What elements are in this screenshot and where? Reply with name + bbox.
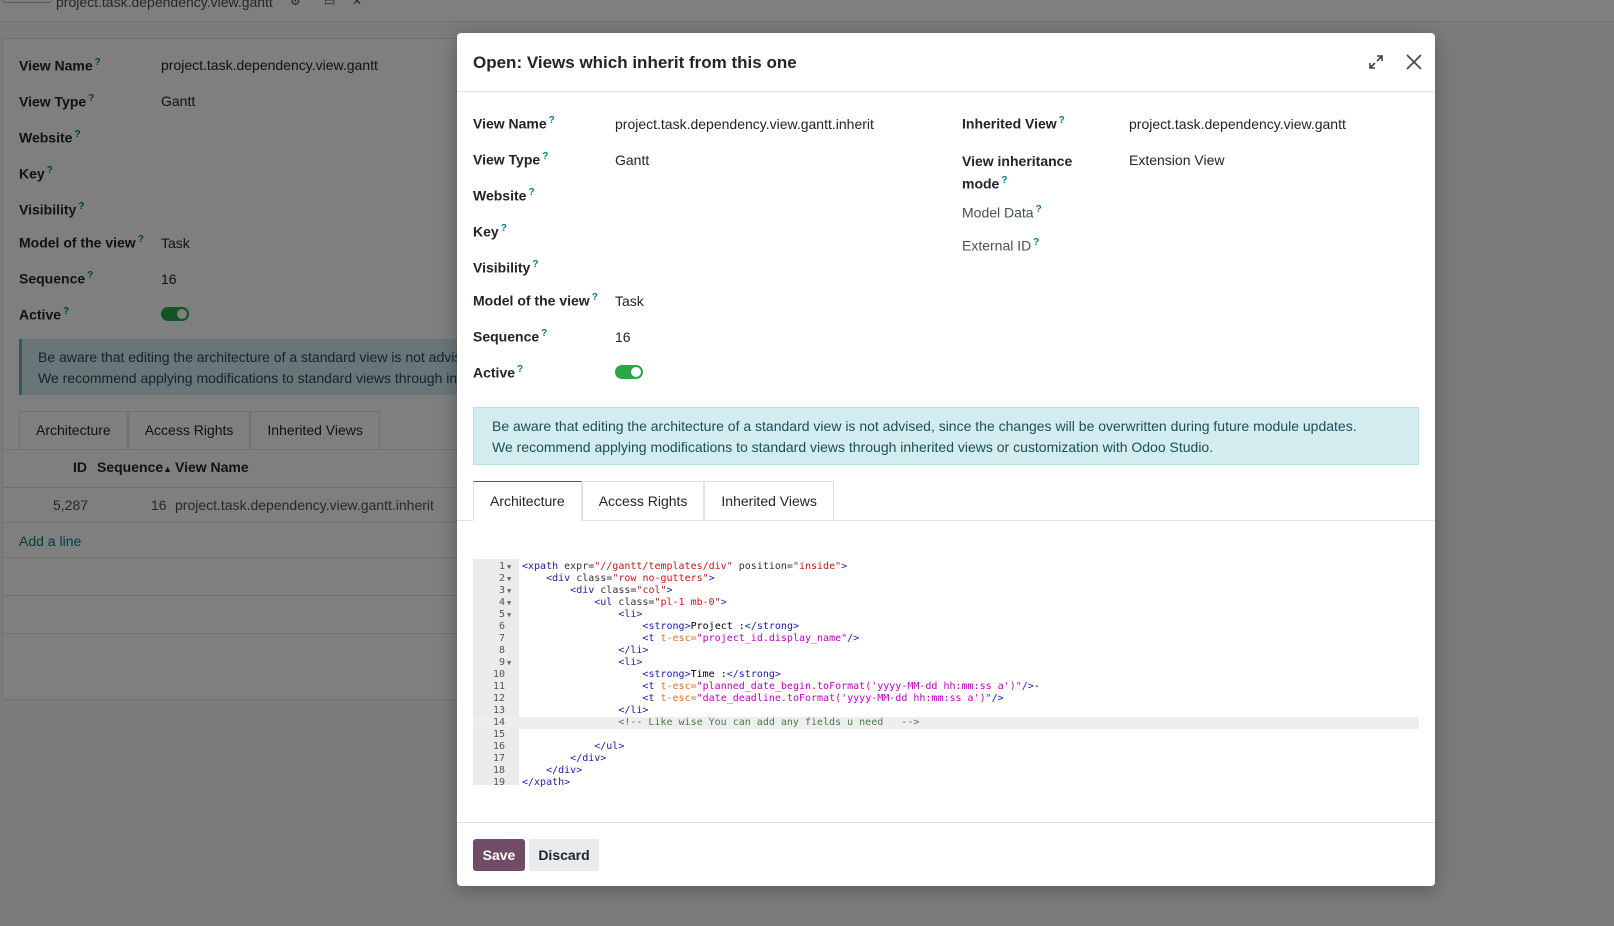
code-line[interactable]: 1 ▼ <xpath expr="//gantt/templates/div" po… bbox=[473, 561, 1419, 573]
code-text: </ul> bbox=[594, 741, 625, 752]
line-number: 4 bbox=[498, 597, 505, 608]
fold-arrow-icon[interactable]: ▼ bbox=[507, 585, 511, 597]
code-line[interactable]: 16 </ul> bbox=[473, 741, 1419, 753]
line-number: 12 bbox=[492, 693, 505, 704]
code-line[interactable]: 14 <!-- Like wise You can add any fields… bbox=[473, 717, 1419, 729]
close-icon[interactable] bbox=[1403, 51, 1425, 73]
code-text: <t t-esc="planned_date_begin.toFormat('y… bbox=[642, 681, 1040, 692]
dialog-header: Open: Views which inherit from this one bbox=[457, 33, 1435, 92]
fold-arrow-icon[interactable]: ▼ bbox=[507, 573, 511, 585]
code-line[interactable]: 7 <t t-esc="project_id.display_name"/> bbox=[473, 633, 1419, 645]
line-number: 18 bbox=[492, 765, 505, 776]
code-text: <div class="col"> bbox=[570, 585, 673, 596]
tab-divider bbox=[457, 520, 1435, 521]
label-inheritance-mode: View inheritance mode? bbox=[962, 153, 1073, 192]
label-visibility: Visibility? bbox=[473, 259, 539, 276]
label-external-id: External ID? bbox=[962, 237, 1040, 254]
code-text: <xpath expr="//gantt/templates/div" posi… bbox=[522, 561, 848, 572]
code-line[interactable]: 4 ▼ <ul class="pl-1 mb-0"> bbox=[473, 597, 1419, 609]
code-text: <t t-esc="project_id.display_name"/> bbox=[642, 633, 860, 644]
value-inherited-view[interactable]: project.task.dependency.view.gantt bbox=[1129, 116, 1346, 132]
code-text: <div class="row no-gutters"> bbox=[546, 573, 715, 584]
alert-line-1: Be aware that editing the architecture o… bbox=[492, 418, 1357, 434]
code-text: </div> bbox=[546, 765, 583, 776]
code-text: <li> bbox=[618, 609, 643, 620]
code-text: <strong>Time :</strong> bbox=[642, 669, 781, 680]
code-line[interactable]: 11 <t t-esc="planned_date_begin.toFormat… bbox=[473, 681, 1419, 693]
value-inheritance-mode[interactable]: Extension View bbox=[1129, 152, 1224, 168]
label-sequence: Sequence? bbox=[473, 328, 548, 345]
value-view-type[interactable]: Gantt bbox=[615, 152, 649, 168]
save-button[interactable]: Save bbox=[473, 839, 525, 871]
dialog-footer: Save Discard bbox=[457, 822, 1435, 886]
label-view-type: View Type? bbox=[473, 151, 549, 168]
alert-line-2: We recommend applying modifications to s… bbox=[492, 439, 1214, 455]
line-number: 16 bbox=[492, 741, 505, 752]
code-text: <!-- Like wise You can add any fields u … bbox=[522, 717, 920, 728]
line-number: 2 bbox=[498, 573, 505, 584]
code-line[interactable]: 8 </li> bbox=[473, 645, 1419, 657]
code-line[interactable]: 3 ▼ <div class="col"> bbox=[473, 585, 1419, 597]
line-number: 7 bbox=[498, 633, 505, 644]
code-text: </xpath> bbox=[522, 777, 571, 788]
code-line[interactable]: 13 </li> bbox=[473, 705, 1419, 717]
tab-architecture[interactable]: Architecture bbox=[473, 481, 582, 521]
line-number: 19 bbox=[492, 777, 505, 788]
value-model[interactable]: Task bbox=[615, 293, 644, 309]
code-text: <ul class="pl-1 mb-0"> bbox=[594, 597, 727, 608]
notebook-tabs: Architecture Access Rights Inherited Vie… bbox=[473, 481, 834, 521]
code-line[interactable]: 9 ▼ <li> bbox=[473, 657, 1419, 669]
warning-alert: Be aware that editing the architecture o… bbox=[473, 407, 1419, 465]
label-website: Website? bbox=[473, 187, 535, 204]
fold-arrow-icon[interactable]: ▼ bbox=[507, 657, 511, 669]
line-number: 14 bbox=[492, 717, 505, 728]
code-text: <t t-esc="date_deadline.toFormat('yyyy-M… bbox=[642, 693, 1004, 704]
label-inherited-view: Inherited View? bbox=[962, 115, 1065, 132]
value-view-name[interactable]: project.task.dependency.view.gantt.inher… bbox=[615, 116, 874, 132]
fold-arrow-icon[interactable]: ▼ bbox=[507, 597, 511, 609]
code-text: <strong>Project :</strong> bbox=[642, 621, 799, 632]
line-number: 1 bbox=[498, 561, 505, 572]
code-text: <li> bbox=[618, 657, 643, 668]
line-number: 8 bbox=[498, 645, 505, 656]
code-line[interactable]: 10 <strong>Time :</strong> bbox=[473, 669, 1419, 681]
code-line[interactable]: 15 bbox=[473, 729, 1419, 741]
code-line[interactable]: 5 ▼ <li> bbox=[473, 609, 1419, 621]
code-line[interactable]: 6 <strong>Project :</strong> bbox=[473, 621, 1419, 633]
line-number: 11 bbox=[492, 681, 505, 692]
code-line[interactable]: 18 </div> bbox=[473, 765, 1419, 777]
expand-icon[interactable] bbox=[1367, 53, 1385, 71]
line-number: 5 bbox=[498, 609, 505, 620]
code-text: </li> bbox=[618, 705, 649, 716]
line-number: 6 bbox=[498, 621, 505, 632]
label-model-data: Model Data? bbox=[962, 204, 1042, 221]
tab-access-rights[interactable]: Access Rights bbox=[581, 481, 705, 521]
value-sequence[interactable]: 16 bbox=[615, 329, 631, 345]
fold-arrow-icon[interactable]: ▼ bbox=[507, 561, 511, 573]
label-active: Active? bbox=[473, 364, 524, 381]
label-key: Key? bbox=[473, 223, 507, 240]
code-text: </div> bbox=[570, 753, 607, 764]
code-line[interactable]: 17 </div> bbox=[473, 753, 1419, 765]
discard-button[interactable]: Discard bbox=[529, 839, 599, 871]
code-editor[interactable]: 1 ▼ <xpath expr="//gantt/templates/div" po… bbox=[473, 559, 1419, 789]
dialog: Open: Views which inherit from this one … bbox=[457, 33, 1435, 886]
line-number: 17 bbox=[492, 753, 505, 764]
code-text: </li> bbox=[618, 645, 649, 656]
line-number: 10 bbox=[492, 669, 505, 680]
line-number: 15 bbox=[492, 729, 505, 740]
label-model: Model of the view? bbox=[473, 292, 598, 309]
code-line[interactable]: 2 ▼ <div class="row no-gutters"> bbox=[473, 573, 1419, 585]
active-toggle[interactable] bbox=[615, 365, 643, 382]
dialog-title: Open: Views which inherit from this one bbox=[473, 53, 797, 72]
tab-inherited-views[interactable]: Inherited Views bbox=[704, 481, 834, 521]
line-number: 13 bbox=[492, 705, 505, 716]
code-line[interactable]: 19 </xpath> bbox=[473, 777, 1419, 789]
code-line[interactable]: 12 <t t-esc="date_deadline.toFormat('yyy… bbox=[473, 693, 1419, 705]
fold-arrow-icon[interactable]: ▼ bbox=[507, 609, 511, 621]
label-view-name: View Name? bbox=[473, 115, 555, 132]
line-number: 3 bbox=[498, 585, 505, 596]
line-number: 9 bbox=[498, 657, 505, 668]
